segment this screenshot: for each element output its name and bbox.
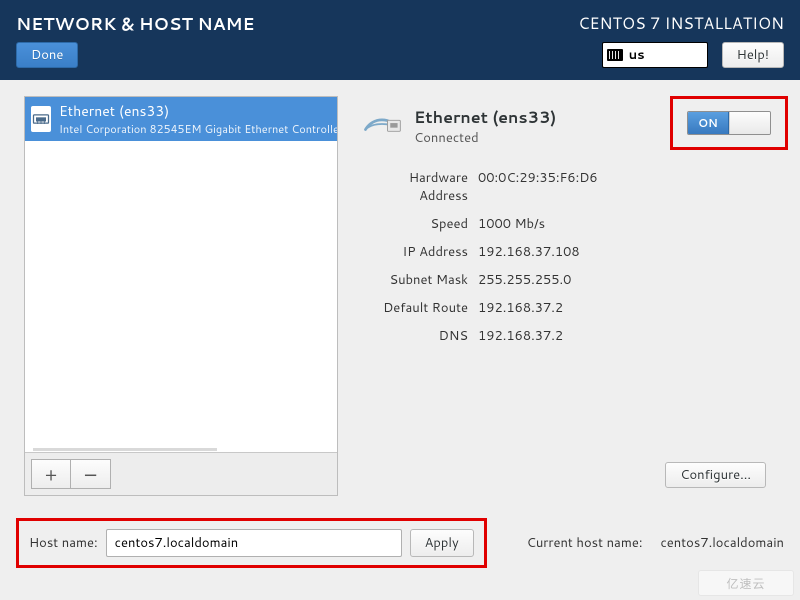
prop-value-subnet: 255.255.255.0 bbox=[478, 271, 780, 289]
prop-label-subnet: Subnet Mask bbox=[358, 271, 468, 289]
prop-label-ip: IP Address bbox=[358, 243, 468, 261]
prop-label-speed: Speed bbox=[358, 215, 468, 233]
prop-value-dns: 192.168.37.2 bbox=[478, 327, 780, 345]
interface-item-ens33[interactable]: Ethernet (ens33) Intel Corporation 82545… bbox=[25, 97, 337, 141]
installer-title: CENTOS 7 INSTALLATION bbox=[578, 12, 784, 35]
interface-title: Ethernet (ens33) bbox=[414, 106, 556, 129]
prop-value-hwaddr: 00:0C:29:35:F6:D6 bbox=[478, 169, 780, 205]
prop-label-route: Default Route bbox=[358, 299, 468, 317]
current-hostname-label: Current host name: bbox=[527, 534, 643, 552]
interface-item-desc: Intel Corporation 82545EM Gigabit Ethern… bbox=[59, 121, 337, 137]
hostname-row: Host name: Apply Current host name: cent… bbox=[16, 518, 784, 568]
watermark: 亿速云 bbox=[698, 570, 794, 596]
interface-properties: Hardware Address 00:0C:29:35:F6:D6 Speed… bbox=[358, 169, 780, 345]
network-connected-icon bbox=[360, 102, 404, 151]
interface-detail: Ethernet (ens33) Connected Hardware Addr… bbox=[360, 102, 780, 345]
horizontal-scrollbar[interactable] bbox=[33, 448, 217, 451]
apply-button[interactable]: Apply bbox=[410, 529, 474, 557]
add-interface-button[interactable]: + bbox=[31, 459, 71, 489]
help-button[interactable]: Help! bbox=[722, 42, 784, 68]
keyboard-layout-label: us bbox=[629, 46, 645, 64]
page-title: NETWORK & HOST NAME bbox=[16, 12, 255, 36]
prop-label-hwaddr: Hardware Address bbox=[358, 169, 468, 205]
content-area: Ethernet (ens33) Intel Corporation 82545… bbox=[0, 80, 800, 600]
interface-item-texts: Ethernet (ens33) Intel Corporation 82545… bbox=[59, 101, 337, 137]
interface-status: Connected bbox=[414, 129, 556, 147]
prop-value-ip: 192.168.37.108 bbox=[478, 243, 780, 261]
keyboard-icon bbox=[607, 49, 623, 61]
prop-value-route: 192.168.37.2 bbox=[478, 299, 780, 317]
hostname-input[interactable] bbox=[106, 529, 402, 557]
current-hostname-value: centos7.localdomain bbox=[660, 534, 784, 552]
interface-list[interactable]: Ethernet (ens33) Intel Corporation 82545… bbox=[25, 97, 337, 453]
interface-item-name: Ethernet (ens33) bbox=[59, 101, 337, 121]
prop-label-dns: DNS bbox=[358, 327, 468, 345]
interface-panel: Ethernet (ens33) Intel Corporation 82545… bbox=[24, 96, 338, 496]
ethernet-icon bbox=[31, 106, 51, 132]
keyboard-layout-indicator[interactable]: us bbox=[602, 42, 708, 68]
configure-button[interactable]: Configure... bbox=[665, 462, 766, 488]
hostname-label: Host name: bbox=[29, 534, 98, 552]
remove-interface-button[interactable]: − bbox=[71, 459, 111, 489]
hostname-highlight: Host name: Apply bbox=[16, 518, 487, 568]
prop-value-speed: 1000 Mb/s bbox=[478, 215, 780, 233]
current-hostname: Current host name: centos7.localdomain bbox=[527, 534, 784, 552]
header-bar: NETWORK & HOST NAME CENTOS 7 INSTALLATIO… bbox=[0, 0, 800, 80]
done-button[interactable]: Done bbox=[16, 42, 78, 68]
